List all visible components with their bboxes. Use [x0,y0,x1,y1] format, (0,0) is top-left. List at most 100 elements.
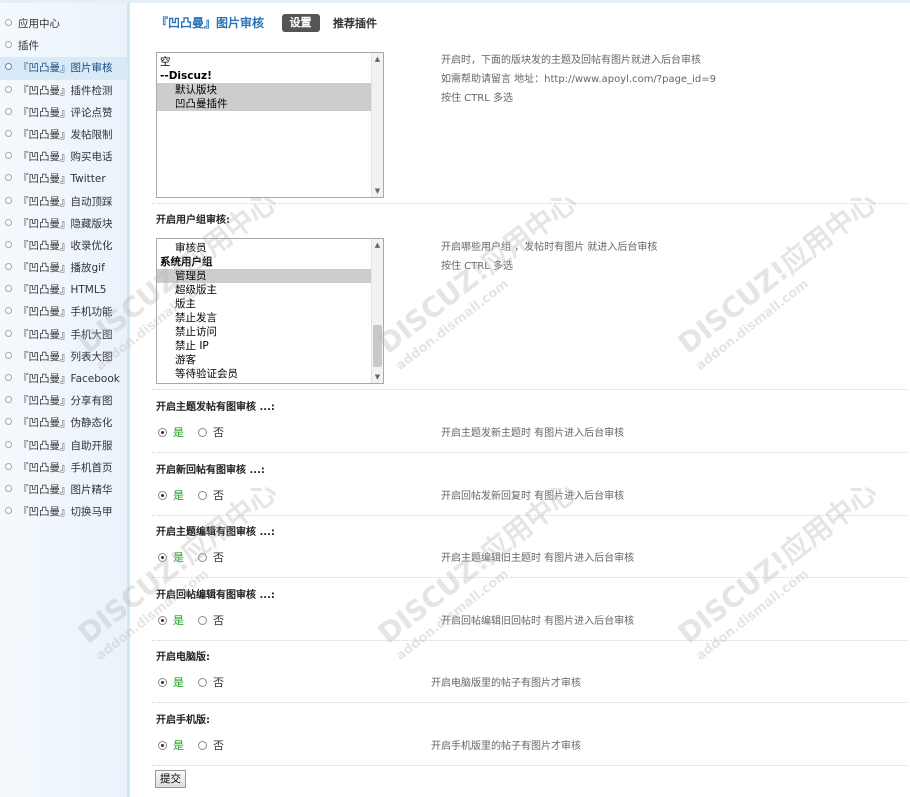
sidebar-item[interactable]: 插件 [0,35,127,57]
radio-yes-label[interactable]: 是 [173,489,184,502]
radio-group: 是否 [158,549,224,565]
usergroup-select-scrollbar[interactable]: ▲ ▼ [371,239,383,383]
sidebar-item-label: 『凹凸曼』图片审核 [18,62,113,75]
bullet-icon [5,174,12,182]
radio-group: 是否 [158,612,224,628]
sidebar-item[interactable]: 『凹凸曼』手机首页 [0,457,127,479]
scroll-thumb[interactable] [373,325,382,367]
radio-no[interactable] [198,740,207,750]
radio-yes[interactable] [158,615,167,625]
sidebar-item[interactable]: 『凹凸曼』图片精华 [0,479,127,501]
select-option[interactable]: 空 [157,55,383,69]
radio-no[interactable] [198,553,207,562]
radio-no-label[interactable]: 否 [213,426,224,439]
radio-yes-label[interactable]: 是 [173,426,184,439]
radio-yes[interactable] [158,428,167,437]
scroll-down-icon[interactable]: ▼ [372,371,383,383]
sidebar-item[interactable]: 『凹凸曼』收录优化 [0,235,127,257]
select-option[interactable]: 默认版块 [157,83,383,97]
bullet-icon [5,19,12,26]
radio-yes[interactable] [158,553,167,562]
radio-section-hint: 开启主题发新主题时 有图片进入后台审核 [441,428,625,439]
radio-no[interactable] [198,490,207,500]
select-option[interactable]: 管理员 [157,269,383,283]
radio-no[interactable] [198,678,207,687]
divider [152,389,908,390]
select-option[interactable]: 等待验证会员 [157,367,383,381]
settings-tab[interactable]: 设置 [281,14,320,32]
select-option[interactable]: 超级版主 [157,283,383,297]
bullet-icon [5,374,12,381]
watermark: DISCUZ!应用中心 addon.dismall.com [671,185,883,374]
select-option[interactable]: 禁止 IP [157,339,383,353]
radio-no-label[interactable]: 否 [213,676,224,689]
select-option[interactable]: 审核员 [157,241,383,255]
radio-yes[interactable] [158,678,167,687]
forum-multiselect[interactable]: 空 --Discuz! 默认版块 凹凸曼插件 ▲ ▼ [156,52,384,198]
select-option[interactable]: 凹凸曼插件 [157,97,383,111]
radio-no-label[interactable]: 否 [213,739,224,752]
select-option[interactable]: 禁止访问 [157,325,383,339]
radio-yes[interactable] [158,740,167,750]
sidebar-item[interactable]: 『凹凸曼』Twitter [0,168,127,190]
sidebar-item[interactable]: 『凹凸曼』发帖限制 [0,124,127,146]
sidebar-item[interactable]: 『凹凸曼』手机功能 [0,301,127,323]
sidebar-item[interactable]: 『凹凸曼』自助开服 [0,435,127,457]
sidebar-item[interactable]: 『凹凸曼』购买电话 [0,146,127,168]
radio-yes-label[interactable]: 是 [173,614,184,627]
usergroup-multiselect[interactable]: 审核员 系统用户组 管理员 超级版主 版主 禁止发言 禁止访问 禁止 IP 游客 等待验证会员 ▲… [156,238,384,384]
select-option[interactable]: 游客 [157,353,383,367]
sidebar-item-label: 『凹凸曼』插件检测 [18,84,113,97]
sidebar-item[interactable]: 『凹凸曼』手机大图 [0,324,127,346]
option-group: 系统用户组 [160,256,213,268]
scroll-up-icon[interactable]: ▲ [372,239,383,251]
bullet-icon [5,396,12,404]
bullet-icon [5,107,12,115]
sidebar-item[interactable]: 『凹凸曼』图片审核 [0,57,127,80]
scroll-down-icon[interactable]: ▼ [372,185,383,197]
sidebar-item[interactable]: 『凹凸曼』自动顶踩 [0,191,127,213]
sidebar-item[interactable]: 『凹凸曼』列表大图 [0,346,127,368]
sidebar-item[interactable]: 『凹凸曼』插件检测 [0,80,127,102]
sidebar-item[interactable]: 『凹凸曼』播放gif [0,257,127,279]
divider [152,639,908,641]
sidebar-item[interactable]: 『凹凸曼』评论点赞 [0,102,127,124]
sidebar-item[interactable]: 『凹凸曼』隐藏版块 [0,213,127,235]
radio-no-label[interactable]: 否 [213,489,224,502]
radio-no-label[interactable]: 否 [213,551,224,564]
watermark: DISCUZ!应用中心 addon.dismall.com [671,475,883,664]
radio-no[interactable] [198,428,207,437]
bullet-icon [5,462,12,470]
radio-no-label[interactable]: 否 [213,614,224,627]
forum-hint-line-3: 按住 CTRL 多选 [441,93,513,104]
sidebar-item-label: 『凹凸曼』Twitter [18,173,106,186]
page-header: 『凹凸曼』图片审核 设置 推荐插件 [150,3,910,43]
select-option[interactable]: 禁止发言 [157,311,383,325]
radio-group: 是否 [158,737,224,753]
recommend-plugins-link[interactable]: 推荐插件 [333,17,377,30]
forum-hint-line-1: 开启时，下面的版块发的主题及回帖有图片就进入后台审核 [441,55,701,66]
submit-button[interactable]: 提交 [155,770,186,788]
radio-yes[interactable] [158,490,167,500]
sidebar-item[interactable]: 『凹凸曼』分享有图 [0,390,127,412]
scroll-up-icon[interactable]: ▲ [372,53,383,65]
radio-section-hint: 开启回帖发新回复时 有图片进入后台审核 [441,490,625,502]
radio-yes-label[interactable]: 是 [173,551,184,564]
select-option[interactable]: 版主 [157,297,383,311]
sidebar-item[interactable]: 『凹凸曼』Facebook [0,368,127,390]
radio-yes-label[interactable]: 是 [173,676,184,689]
sidebar-item[interactable]: 『凹凸曼』伪静态化 [0,412,127,434]
radio-no[interactable] [198,615,207,625]
forum-select-scrollbar[interactable]: ▲ ▼ [371,53,383,197]
sidebar-item[interactable]: 『凹凸曼』切换马甲 [0,501,127,523]
divider [152,452,908,453]
radio-yes-label[interactable]: 是 [173,739,184,752]
usergroup-label: 开启用户组审核: [156,215,230,226]
sidebar-item[interactable]: 『凹凸曼』HTML5 [0,279,127,301]
radio-group: 是否 [158,487,224,503]
sidebar-item[interactable]: 应用中心 [0,13,127,35]
sidebar-item-label: 『凹凸曼』播放gif [18,262,105,275]
sidebar-item-label: 『凹凸曼』自助开服 [18,439,113,452]
bullet-icon [5,263,12,271]
usergroup-hint-line-1: 开启哪些用户组 ，发帖时有图片 就进入后台审核 [441,242,658,253]
